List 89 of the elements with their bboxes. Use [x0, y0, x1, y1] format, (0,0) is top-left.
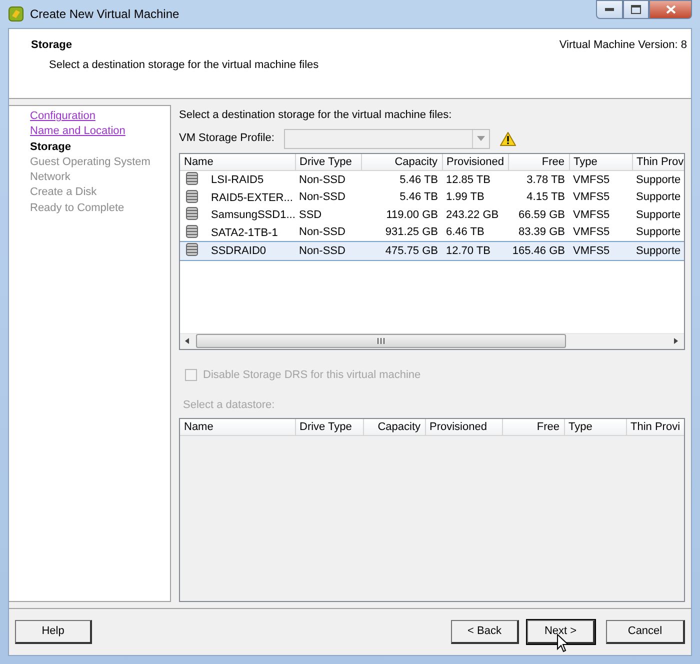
table-cell: 931.25 GB: [361, 224, 442, 242]
column-header[interactable]: Thin Provi: [626, 418, 684, 436]
table-cell: 83.39 GB: [508, 224, 569, 242]
table-cell: 12.70 TB: [442, 242, 508, 260]
table-cell: Supporte: [632, 224, 684, 242]
wizard-button[interactable]: Cancel: [606, 620, 685, 644]
table-cell: 12.85 TB: [442, 170, 508, 188]
section-label: Select a datastore:: [183, 398, 276, 413]
table-cell: Non-SSD: [295, 170, 361, 188]
close-icon: [666, 5, 676, 14]
wizard-step: Ready to Complete: [30, 200, 124, 216]
wizard-step: Network: [30, 170, 70, 186]
table-row[interactable]: SATA2-1TB-1 Non-SSD 931.25 GB 6.46 TB 83.39 GB VMFS5 Supporte: [180, 224, 684, 242]
table-cell: Supporte: [632, 242, 684, 260]
table-cell: 5.46 TB: [361, 170, 442, 188]
cursor-icon: [557, 634, 569, 653]
table-row[interactable]: SamsungSSD1... SSD 119.00 GB 243.22 GB 66.59 GB VMFS5 Supporte: [180, 206, 684, 224]
close-button[interactable]: [649, 0, 692, 19]
window-title: Create New Virtual Machine: [30, 6, 180, 23]
database-icon: [186, 171, 198, 186]
table-cell-text: VMFS5: [572, 190, 611, 205]
table-cell-text: Supporte: [635, 208, 682, 222]
column-header[interactable]: Drive Type: [295, 418, 363, 436]
page-subtitle: Select a destination storage for the virtual machine files: [48, 58, 320, 72]
column-header[interactable]: Drive Type: [295, 154, 361, 170]
grip-icon: [377, 338, 385, 344]
page-title: Storage: [31, 38, 73, 53]
table-cell-text: 4.15 TB: [526, 190, 566, 205]
table-row[interactable]: SSDRAID0 Non-SSD 475.75 GB 12.70 TB 165.46 GB VMFS5 Supporte: [180, 242, 684, 260]
wizard-button[interactable]: < Back: [451, 620, 519, 644]
minimize-button[interactable]: [596, 0, 623, 19]
column-header[interactable]: Provisioned: [442, 154, 508, 170]
table-cell: Supporte: [632, 170, 684, 188]
wizard-step[interactable]: Name and Location: [30, 124, 126, 140]
wizard-step: Guest Operating System: [30, 154, 150, 170]
column-header[interactable]: Type: [569, 154, 632, 170]
table-cell-text: Non-SSD: [298, 190, 346, 205]
table-cell-text: 119.00 GB: [385, 208, 439, 222]
database-icon: [186, 224, 198, 238]
help-button[interactable]: Help: [15, 620, 92, 644]
table-cell: LSI-RAID5: [211, 174, 264, 186]
table-cell: 475.75 GB: [361, 242, 442, 260]
table-cell: RAID5-EXTER...: [211, 192, 293, 204]
wizard-button[interactable]: Next >: [527, 620, 595, 644]
table-cell: VMFS5: [569, 242, 632, 260]
table-cell: VMFS5: [569, 224, 632, 242]
table-cell-text: 5.46 TB: [398, 190, 439, 205]
database-icon: [186, 188, 198, 204]
column-header[interactable]: Type: [564, 418, 626, 436]
horizontal-scrollbar[interactable]: [180, 332, 684, 348]
table-cell-text: 1.99 TB: [445, 190, 486, 205]
table-cell: SSDRAID0: [211, 245, 266, 257]
warning-icon: [500, 132, 516, 146]
table-row[interactable]: RAID5-EXTER... Non-SSD 5.46 TB 1.99 TB 4.15 TB VMFS5 Supporte: [180, 188, 684, 206]
app-icon: [8, 6, 24, 22]
wizard-step: Storage: [30, 140, 71, 155]
column-header[interactable]: Name: [180, 418, 295, 436]
table-cell-text: 243.22 GB: [445, 208, 500, 222]
column-header[interactable]: Capacity: [363, 418, 425, 436]
table-cell: 165.46 GB: [508, 242, 569, 260]
table-cell: VMFS5: [569, 170, 632, 188]
wizard-step[interactable]: Configuration: [30, 109, 96, 124]
caret-icon: [477, 136, 486, 141]
table-cell: SATA2-1TB-1: [211, 226, 278, 238]
checkbox-label: Disable Storage DRS for this virtual machine: [203, 368, 421, 382]
column-header[interactable]: Free: [502, 418, 564, 436]
table-cell: 3.78 TB: [508, 170, 569, 188]
column-header[interactable]: Free: [508, 154, 569, 170]
version-label: Virtual Machine Version: 8: [559, 38, 687, 53]
table-cell: SamsungSSD1...: [211, 209, 295, 221]
table-cell-text: VMFS5: [572, 208, 611, 222]
table-cell-text: 66.59 GB: [518, 208, 566, 222]
minimize-icon: [605, 8, 614, 11]
table-cell: Non-SSD: [295, 242, 361, 260]
column-header[interactable]: Name: [180, 154, 295, 170]
column-header[interactable]: Capacity: [361, 154, 442, 170]
column-header[interactable]: Provisioned: [425, 418, 502, 436]
database-icon: [186, 242, 198, 257]
table-row[interactable]: LSI-RAID5 Non-SSD 5.46 TB 12.85 TB 3.78 TB VMFS5 Supporte: [180, 170, 684, 188]
table-cell: 6.46 TB: [442, 224, 508, 242]
instruction-text: Select a destination storage for the virtual machine files:: [179, 108, 453, 123]
field-label: VM Storage Profile:: [179, 131, 274, 146]
wizard-step: Create a Disk: [30, 185, 97, 201]
maximize-icon: [631, 5, 641, 14]
table-cell-text: Supporte: [635, 190, 682, 205]
table-cell-text: SSD: [298, 208, 323, 222]
database-icon: [186, 206, 198, 221]
table-cell: Non-SSD: [295, 224, 361, 242]
maximize-button[interactable]: [623, 0, 649, 19]
